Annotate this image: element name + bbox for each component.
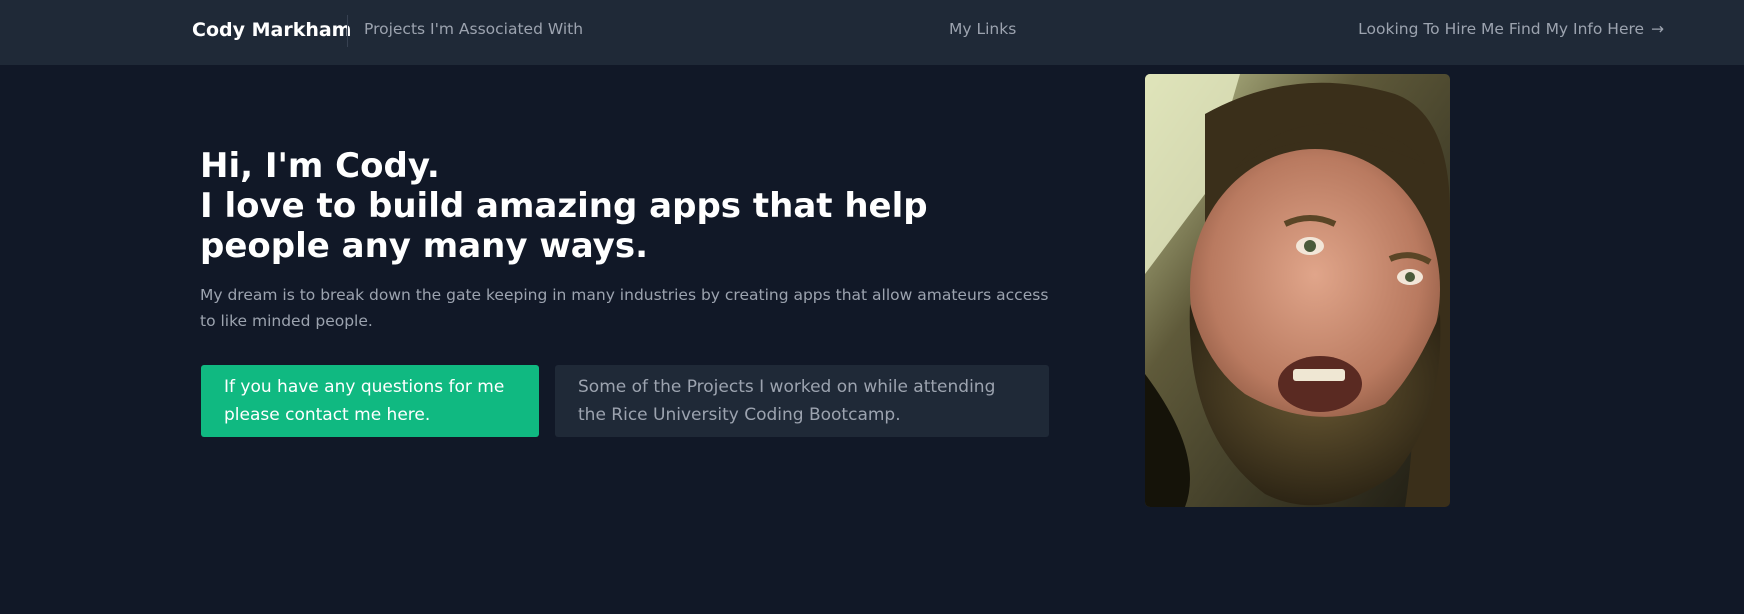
nav-divider [347,15,348,47]
hero-greeting: Hi, I'm Cody. [200,146,440,186]
projects-button[interactable]: Some of the Projects I worked on while a… [555,365,1049,437]
nav-link-projects[interactable]: Projects I'm Associated With [364,20,583,38]
nav-link-hire[interactable]: Looking To Hire Me Find My Info Here → [1358,20,1664,38]
hero-heading: Hi, I'm Cody. I love to build amazing ap… [200,146,1060,266]
nav-link-my-links[interactable]: My Links [949,20,1016,38]
contact-button[interactable]: If you have any questions for me please … [201,365,539,437]
hero-description: My dream is to break down the gate keepi… [200,286,1049,330]
brand-name[interactable]: Cody Markham [192,19,351,41]
hero-tagline: I love to build amazing apps that help p… [200,186,928,266]
hire-link-label: Looking To Hire Me Find My Info Here [1358,20,1645,38]
navbar: Cody Markham Projects I'm Associated Wit… [0,0,1744,65]
arrow-right-icon: → [1651,20,1664,38]
profile-photo [1145,74,1450,507]
